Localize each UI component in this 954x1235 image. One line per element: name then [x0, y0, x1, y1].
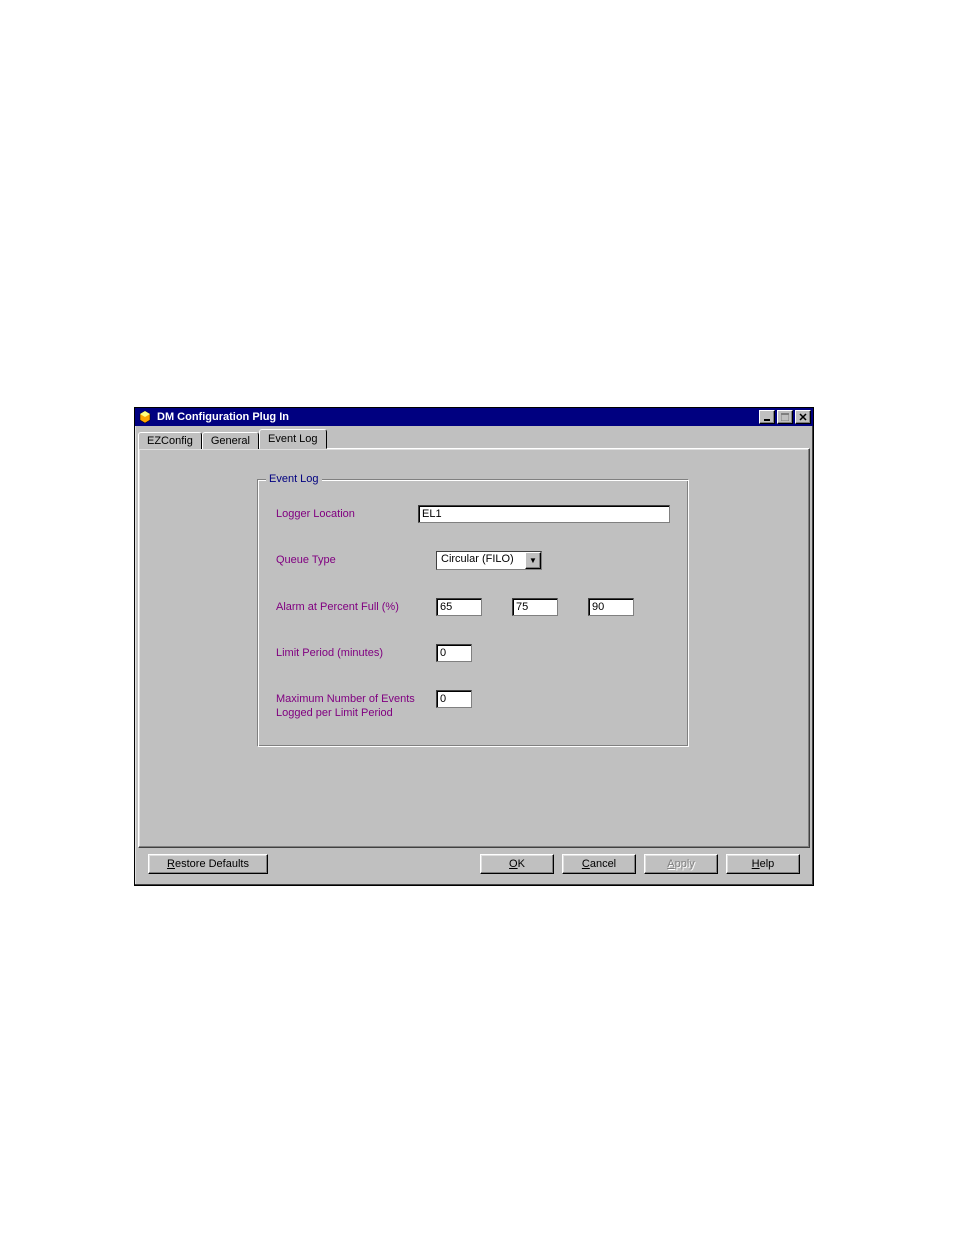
row-max-events: Maximum Number of Events Logged per Limi… — [276, 690, 670, 721]
restore-defaults-button[interactable]: Restore Defaults — [148, 854, 268, 874]
label-limit-period: Limit Period (minutes) — [276, 644, 436, 660]
maximize-button[interactable] — [777, 410, 793, 424]
close-button[interactable] — [795, 410, 811, 424]
alarm-percent-1-input[interactable] — [436, 598, 482, 616]
row-limit-period: Limit Period (minutes) — [276, 644, 670, 662]
ok-button[interactable]: OK — [480, 854, 554, 874]
config-window: DM Configuration Plug In EZConfig Genera… — [134, 407, 814, 886]
logger-location-input[interactable] — [418, 505, 670, 523]
limit-period-input[interactable] — [436, 644, 472, 662]
cancel-button[interactable]: Cancel — [562, 854, 636, 874]
groupbox-event-log: Event Log Logger Location Queue Type Cir… — [257, 479, 689, 747]
apply-button[interactable]: Apply — [644, 854, 718, 874]
tab-strip: EZConfig General Event Log — [138, 429, 810, 449]
alarm-percent-3-input[interactable] — [588, 598, 634, 616]
label-queue-type: Queue Type — [276, 551, 436, 567]
window-controls — [757, 410, 811, 424]
tab-panel-event-log: Event Log Logger Location Queue Type Cir… — [138, 448, 810, 848]
button-bar: Restore Defaults OK Cancel Apply Help — [138, 848, 810, 882]
row-queue-type: Queue Type Circular (FILO) ▼ — [276, 551, 670, 570]
queue-type-select[interactable]: Circular (FILO) ▼ — [436, 551, 542, 570]
tab-event-log[interactable]: Event Log — [259, 429, 327, 449]
row-alarm-percent: Alarm at Percent Full (%) — [276, 598, 670, 616]
label-alarm-percent: Alarm at Percent Full (%) — [276, 598, 436, 614]
tab-general[interactable]: General — [202, 432, 259, 449]
label-logger-location: Logger Location — [276, 505, 418, 521]
row-logger-location: Logger Location — [276, 505, 670, 523]
label-max-events: Maximum Number of Events Logged per Limi… — [276, 690, 436, 721]
alarm-percent-2-input[interactable] — [512, 598, 558, 616]
tab-ezconfig[interactable]: EZConfig — [138, 432, 202, 449]
minimize-button[interactable] — [759, 410, 775, 424]
max-events-input[interactable] — [436, 690, 472, 708]
spacer — [276, 854, 472, 874]
window-body: EZConfig General Event Log Event Log Log… — [135, 426, 813, 885]
app-icon — [137, 409, 153, 425]
window-title: DM Configuration Plug In — [157, 411, 757, 423]
queue-type-value: Circular (FILO) — [437, 552, 525, 569]
chevron-down-icon[interactable]: ▼ — [525, 552, 541, 569]
titlebar[interactable]: DM Configuration Plug In — [135, 408, 813, 426]
groupbox-title: Event Log — [266, 473, 322, 485]
help-button[interactable]: Help — [726, 854, 800, 874]
